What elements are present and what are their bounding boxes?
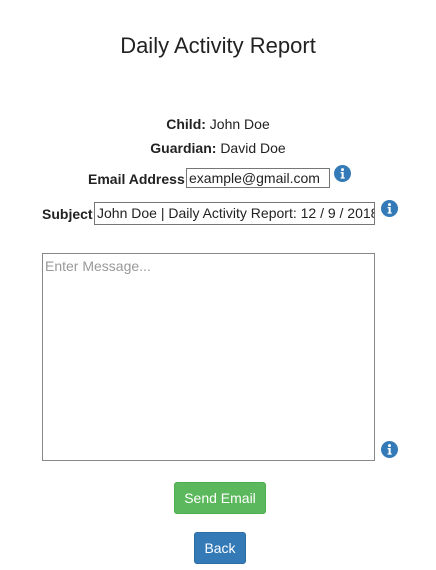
send-email-button[interactable]: Send Email <box>174 482 266 514</box>
email-info-icon[interactable] <box>334 165 351 182</box>
back-button[interactable]: Back <box>194 532 246 564</box>
page-title: Daily Activity Report <box>120 33 316 58</box>
subject-field[interactable]: John Doe | Daily Activity Report: 12 / 9… <box>94 202 375 225</box>
email-field[interactable]: example@gmail.com <box>186 168 330 188</box>
guardian-info: Guardian: David Doe <box>0 140 436 156</box>
subject-info-icon[interactable] <box>381 200 398 217</box>
guardian-label: Guardian: <box>150 140 217 156</box>
message-info-icon[interactable] <box>381 441 398 458</box>
child-label: Child: <box>166 116 206 132</box>
child-info: Child: John Doe <box>0 116 436 132</box>
email-label: Email Address: <box>88 171 190 187</box>
subject-label: Subject: <box>42 206 98 222</box>
guardian-name: David Doe <box>220 140 286 156</box>
message-textarea[interactable]: Enter Message... <box>42 253 375 461</box>
child-name: John Doe <box>209 116 270 132</box>
